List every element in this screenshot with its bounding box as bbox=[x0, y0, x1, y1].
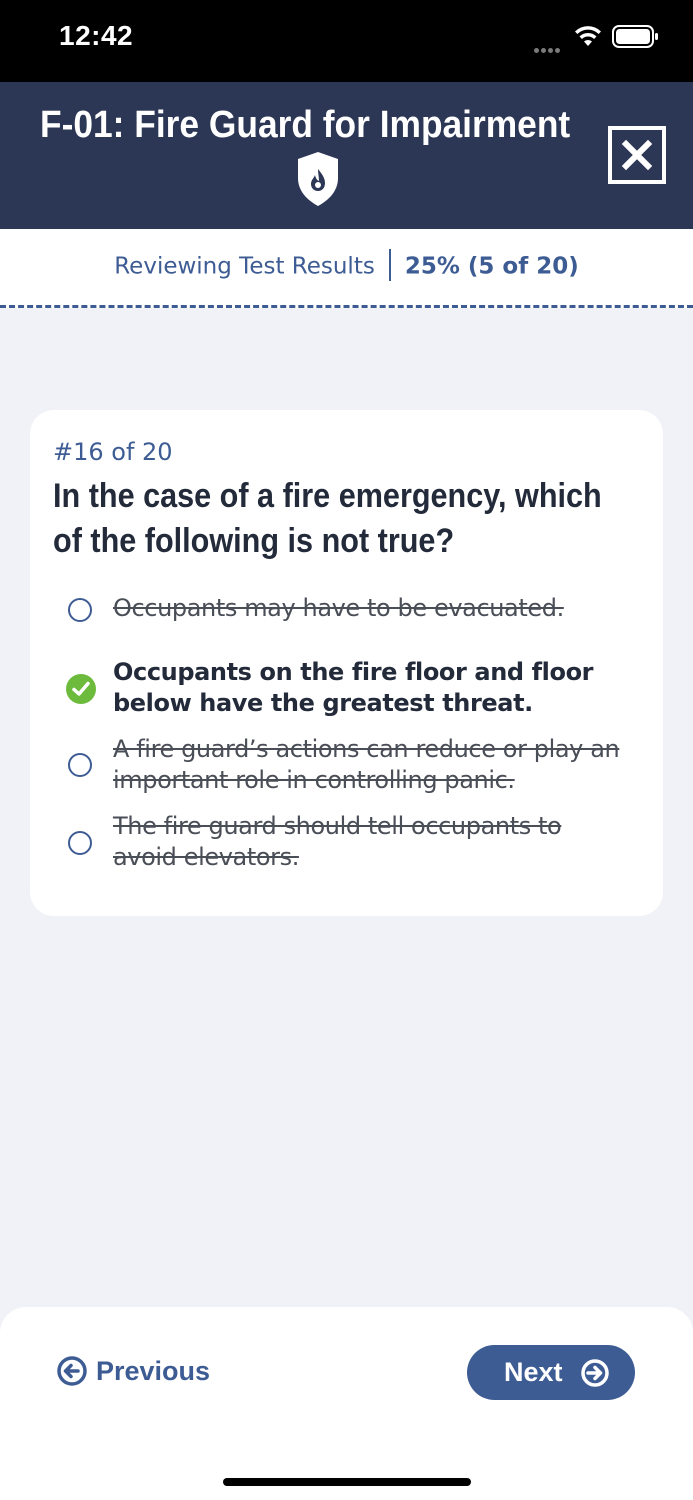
dashed-separator bbox=[0, 305, 693, 308]
status-bar: 12:42 bbox=[0, 0, 693, 82]
radio-unselected-icon bbox=[68, 598, 92, 622]
previous-button[interactable]: Previous bbox=[56, 1355, 210, 1387]
arrow-right-circle-icon bbox=[581, 1359, 609, 1387]
wifi-icon bbox=[573, 24, 603, 53]
footer-nav: Previous Next bbox=[0, 1307, 693, 1500]
cellular-signal-icon bbox=[534, 40, 562, 58]
score-text: 25% (5 of 20) bbox=[404, 253, 579, 280]
question-card: #16 of 20 In the case of a fire emergenc… bbox=[30, 410, 663, 916]
answer-option-text: Occupants may have to be evacuated. bbox=[113, 594, 564, 622]
radio-unselected-icon bbox=[68, 753, 92, 777]
correct-check-icon bbox=[66, 674, 96, 704]
divider bbox=[388, 249, 391, 281]
home-indicator[interactable] bbox=[223, 1478, 471, 1486]
answer-option-text: The fire guard should tell occupants to … bbox=[113, 812, 562, 871]
review-status-bar: Reviewing Test Results 25% (5 of 20) bbox=[0, 229, 693, 308]
previous-label: Previous bbox=[96, 1355, 211, 1386]
next-button[interactable]: Next bbox=[467, 1345, 635, 1400]
close-icon bbox=[621, 139, 653, 171]
question-text: In the case of a fire emergency, which o… bbox=[53, 477, 602, 560]
flame-shield-icon bbox=[294, 150, 342, 213]
answer-option-text: A fire guard’s actions can reduce or pla… bbox=[113, 735, 620, 794]
course-title: F-01: Fire Guard for Impairment bbox=[40, 104, 571, 146]
arrow-left-circle-icon bbox=[57, 1356, 87, 1386]
answer-option-text: Occupants on the fire floor and floor be… bbox=[113, 658, 594, 717]
question-number: #16 of 20 bbox=[53, 438, 173, 466]
radio-unselected-icon bbox=[68, 831, 92, 855]
status-time: 12:42 bbox=[59, 20, 134, 51]
next-label: Next bbox=[504, 1357, 563, 1387]
close-button[interactable] bbox=[608, 126, 666, 184]
app-header: F-01: Fire Guard for Impairment bbox=[0, 82, 693, 229]
review-label: Reviewing Test Results bbox=[114, 253, 375, 280]
battery-icon bbox=[612, 25, 660, 54]
